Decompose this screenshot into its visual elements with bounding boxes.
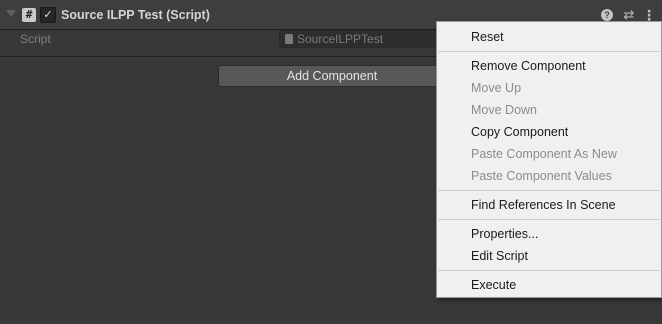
menu-item-copy-component[interactable]: Copy Component [471,122,568,142]
script-field-value: SourceILPPTest [297,32,384,46]
menu-item-paste-component-values: Paste Component Values [471,169,612,183]
component-title: Source ILPP Test (Script) [61,8,210,22]
script-object-field[interactable]: SourceILPPTest [279,30,449,48]
script-file-icon [285,34,293,44]
inspector-panel: # ✓ Source ILPP Test (Script) ? ⇄ ⋮ Scri… [0,0,662,324]
menu-item-edit-script[interactable]: Edit Script [471,246,528,266]
menu-item-remove-component[interactable]: Remove Component [471,56,586,76]
menu-item-find-references-in-scene[interactable]: Find References In Scene [471,195,616,215]
add-component-button[interactable]: Add Component [218,65,446,87]
menu-separator [438,270,660,271]
more-vertical-icon[interactable]: ⋮ [642,8,656,22]
component-enabled-checkbox[interactable]: ✓ [40,7,56,23]
menu-item-reset[interactable]: Reset [471,27,504,47]
menu-separator [438,51,660,52]
foldout-triangle-icon[interactable] [6,10,16,17]
csharp-script-icon: # [22,8,36,22]
menu-item-move-up: Move Up [471,81,522,95]
presets-icon[interactable]: ⇄ [622,8,636,22]
help-icon[interactable]: ? [601,9,613,21]
menu-separator [438,219,660,220]
menu-separator [438,190,660,191]
script-label: Script [20,32,51,46]
component-context-menu: Reset Remove Component Move Up Move Down… [436,21,662,298]
menu-item-properties[interactable]: Properties... [471,224,538,244]
menu-item-paste-component-as-new: Paste Component As New [471,147,617,161]
menu-item-execute[interactable]: Execute [471,275,516,295]
menu-item-move-down: Move Down [471,103,537,117]
